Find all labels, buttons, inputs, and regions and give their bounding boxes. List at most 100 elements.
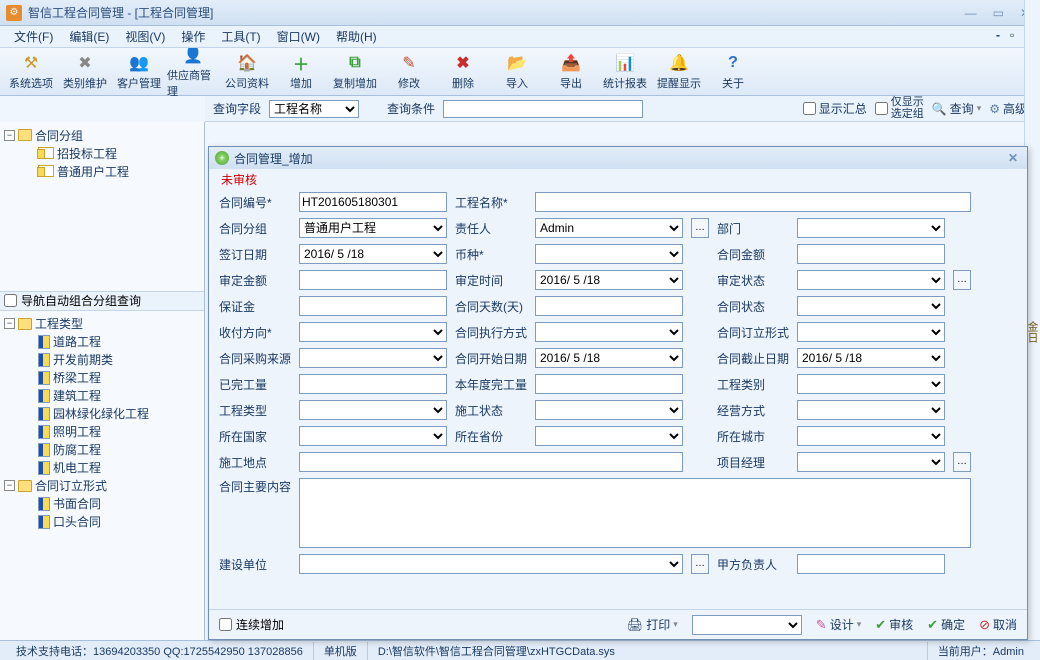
tree2-n2-item-0[interactable]: 书面合同: [2, 495, 202, 513]
ok-button[interactable]: ✔确定: [927, 616, 965, 633]
audit-amount-input[interactable]: [299, 270, 447, 290]
province-select[interactable]: [535, 426, 683, 446]
party-a-leader-input[interactable]: [797, 554, 945, 574]
build-unit-select[interactable]: [299, 554, 683, 574]
deposit-input[interactable]: [299, 296, 447, 316]
reminder-button[interactable]: 🔔提醒显示: [652, 50, 706, 94]
build-status-select[interactable]: [535, 400, 683, 420]
tree2-n2-item-1[interactable]: 口头合同: [2, 513, 202, 531]
tree2-n1-item-6[interactable]: 防腐工程: [2, 441, 202, 459]
tree2-node1[interactable]: −工程类型: [2, 315, 202, 333]
advanced-button[interactable]: ⚙高级: [989, 100, 1027, 117]
show-summary-checkbox[interactable]: [803, 102, 816, 115]
tree2-node2[interactable]: −合同订立形式: [2, 477, 202, 495]
only-selected-checkbox[interactable]: [875, 102, 888, 115]
lbl-contract-status: 合同状态: [717, 298, 789, 315]
audit-status-more-button[interactable]: …: [953, 270, 971, 290]
continuous-add-checkbox[interactable]: [219, 618, 232, 631]
collapse-icon[interactable]: −: [4, 130, 15, 141]
tree1-root[interactable]: −合同分组: [2, 126, 202, 144]
export-button[interactable]: 📤导出: [544, 50, 598, 94]
country-select[interactable]: [299, 426, 447, 446]
pay-direction-select[interactable]: [299, 322, 447, 342]
filter-cond-input[interactable]: [443, 100, 643, 118]
tree2-n1-item-3[interactable]: 建筑工程: [2, 387, 202, 405]
build-unit-more-button[interactable]: …: [691, 554, 709, 574]
contract-group-select[interactable]: 普通用户工程: [299, 218, 447, 238]
start-date-input[interactable]: 2016/ 5 /18: [535, 348, 683, 368]
collapse-icon[interactable]: −: [4, 480, 15, 491]
project-name-input[interactable]: [535, 192, 971, 212]
print-template-select[interactable]: [692, 615, 802, 635]
build-addr-input[interactable]: [299, 452, 683, 472]
tree1-item-1[interactable]: 普通用户工程: [2, 162, 202, 180]
customer-manage-button[interactable]: 👥客户管理: [112, 50, 166, 94]
audit-status-select[interactable]: [797, 270, 945, 290]
company-info-button[interactable]: 🏠公司资料: [220, 50, 274, 94]
filter-field-select[interactable]: 工程名称: [269, 100, 359, 118]
main-content-textarea[interactable]: [299, 478, 971, 548]
operate-mode-select[interactable]: [797, 400, 945, 420]
maximize-button[interactable]: ▭: [989, 6, 1008, 20]
supplier-manage-button[interactable]: 👤供应商管理: [166, 50, 220, 94]
import-button[interactable]: 📂导入: [490, 50, 544, 94]
minimize-button[interactable]: —: [961, 6, 981, 20]
contract-days-input[interactable]: [535, 296, 683, 316]
audit-time-input[interactable]: 2016/ 5 /18: [535, 270, 683, 290]
proj-type-select[interactable]: [299, 400, 447, 420]
end-date-input[interactable]: 2016/ 5 /18: [797, 348, 945, 368]
print-button[interactable]: 🖨打印▾: [627, 616, 678, 633]
currency-select[interactable]: [535, 244, 683, 264]
design-button[interactable]: ✎设计▾: [816, 616, 861, 633]
query-button[interactable]: 🔍查询▾: [932, 100, 982, 117]
system-options-button[interactable]: ⚒系统选项: [4, 50, 58, 94]
year-done-qty-input[interactable]: [535, 374, 683, 394]
responsible-select[interactable]: Admin: [535, 218, 683, 238]
city-select[interactable]: [797, 426, 945, 446]
cancel-button[interactable]: ⊘取消: [979, 616, 1017, 633]
done-qty-input[interactable]: [299, 374, 447, 394]
menu-operate[interactable]: 操作: [175, 26, 211, 47]
tree2-n1-item-4[interactable]: 园林绿化绿化工程: [2, 405, 202, 423]
category-maintain-button[interactable]: ✖类别维护: [58, 50, 112, 94]
sign-date-input[interactable]: 2016/ 5 /18: [299, 244, 447, 264]
menu-file[interactable]: 文件(F): [8, 26, 59, 47]
stats-report-button[interactable]: 📊统计报表: [598, 50, 652, 94]
exec-mode-select[interactable]: [535, 322, 683, 342]
tree2-n1-item-5[interactable]: 照明工程: [2, 423, 202, 441]
mdi-restore-button[interactable]: ▫: [1007, 28, 1017, 42]
contract-no-input[interactable]: [299, 192, 447, 212]
tree2-n1-item-0[interactable]: 道路工程: [2, 333, 202, 351]
book-icon: [38, 443, 50, 457]
sign-form-select[interactable]: [797, 322, 945, 342]
add-button[interactable]: ＋增加: [274, 50, 328, 94]
purchase-src-select[interactable]: [299, 348, 447, 368]
about-button[interactable]: ?关于: [706, 50, 760, 94]
menu-window[interactable]: 窗口(W): [271, 26, 326, 47]
menu-help[interactable]: 帮助(H): [330, 26, 383, 47]
tree2-n1-item-1[interactable]: 开发前期类: [2, 351, 202, 369]
responsible-more-button[interactable]: …: [691, 218, 709, 238]
dialog-close-button[interactable]: ✕: [1005, 151, 1021, 165]
nav-auto-group-checkbox[interactable]: [4, 294, 17, 307]
tree1-item-0[interactable]: 招投标工程: [2, 144, 202, 162]
contract-status-select[interactable]: [797, 296, 945, 316]
modify-button[interactable]: ✎修改: [382, 50, 436, 94]
audit-button[interactable]: ✔审核: [875, 616, 913, 633]
collapse-icon[interactable]: −: [4, 318, 15, 329]
copy-add-button[interactable]: ⧉复制增加: [328, 50, 382, 94]
mdi-minimize-button[interactable]: -: [993, 28, 1003, 42]
project-manager-more-button[interactable]: …: [953, 452, 971, 472]
menu-tool[interactable]: 工具(T): [215, 26, 266, 47]
department-select[interactable]: [797, 218, 945, 238]
delete-button[interactable]: ✖删除: [436, 50, 490, 94]
menu-edit[interactable]: 编辑(E): [63, 26, 115, 47]
project-manager-select[interactable]: [797, 452, 945, 472]
proj-category-select[interactable]: [797, 374, 945, 394]
tree2-n1-item-2[interactable]: 桥梁工程: [2, 369, 202, 387]
lbl-city: 所在城市: [717, 428, 789, 445]
dialog-status: 未审核: [209, 169, 1027, 190]
menu-view[interactable]: 视图(V): [119, 26, 171, 47]
tree2-n1-item-7[interactable]: 机电工程: [2, 459, 202, 477]
contract-amount-input[interactable]: [797, 244, 945, 264]
